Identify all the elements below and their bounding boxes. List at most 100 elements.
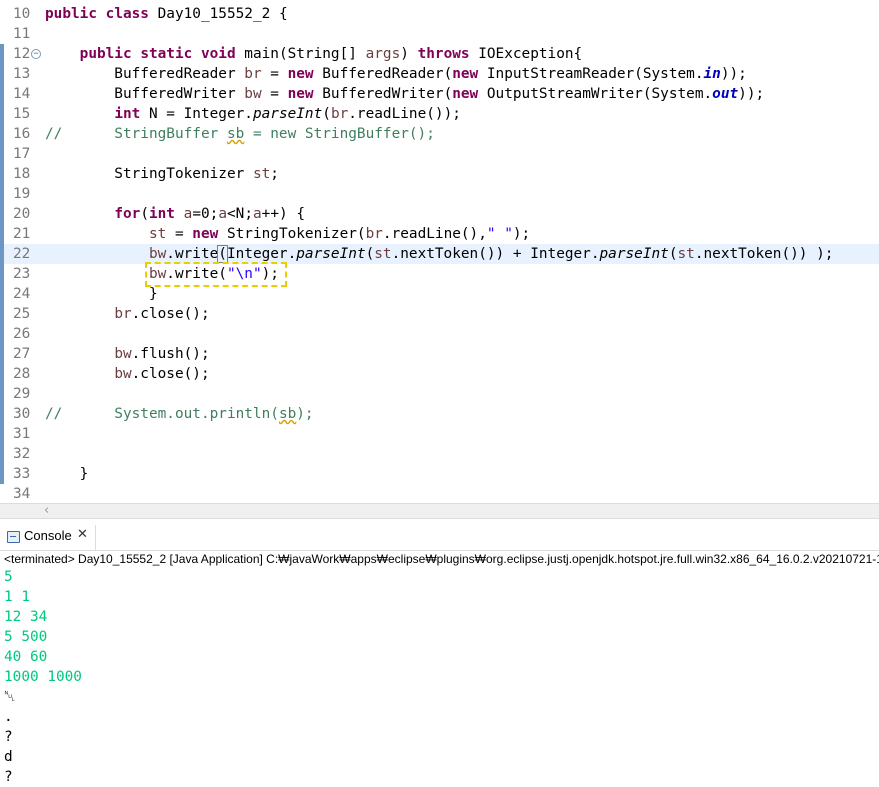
code-line[interactable]: 12− public static void main(String[] arg… <box>0 44 879 64</box>
code-line[interactable]: 29 <box>0 384 879 404</box>
change-ruler-marker <box>0 104 4 124</box>
code-line[interactable]: 19 <box>0 184 879 204</box>
change-ruler-marker <box>0 464 4 484</box>
line-number: 25 <box>13 306 31 322</box>
code-editor[interactable]: 10 public class Day10_15552_2 { 11 12− publ… <box>0 0 879 503</box>
console-output-line: 1 1 <box>4 589 30 605</box>
line-number: 19 <box>13 186 31 202</box>
console-output-line: 5 <box>4 569 13 585</box>
change-ruler-marker <box>0 124 4 144</box>
code-line[interactable]: 25 br.close(); <box>0 304 879 324</box>
code-text: public class Day10_15552_2 { <box>45 6 288 22</box>
code-line[interactable]: 23 bw.write("\n"); <box>0 264 879 284</box>
change-ruler-marker <box>0 184 4 204</box>
code-line[interactable]: 14 BufferedWriter bw = new BufferedWrite… <box>0 84 879 104</box>
code-text: public static void main(String[] args) t… <box>79 46 583 62</box>
line-number: 26 <box>13 326 31 342</box>
console-output-line: 5 500 <box>4 629 48 645</box>
line-number: 29 <box>13 386 31 402</box>
change-ruler-marker <box>0 64 4 84</box>
line-number: 21 <box>13 226 31 242</box>
change-ruler-marker <box>0 304 4 324</box>
code-text: bw.close(); <box>114 366 210 382</box>
code-line[interactable]: 15 int N = Integer.parseInt(br.readLine(… <box>0 104 879 124</box>
code-text: br.close(); <box>114 306 210 322</box>
fold-collapse-icon[interactable]: − <box>31 49 41 59</box>
line-number: 23 <box>13 266 31 282</box>
change-ruler-marker <box>0 384 4 404</box>
line-number: 14 <box>13 86 31 102</box>
code-text: bw.write(Integer.parseInt(st.nextToken()… <box>148 245 834 263</box>
console-tab-label: Console <box>24 528 72 543</box>
line-number: 12 <box>13 46 31 62</box>
line-number: 10 <box>13 6 31 22</box>
console-output-line: . <box>4 709 13 725</box>
line-number: 11 <box>13 26 31 42</box>
code-line[interactable]: 16 // StringBuffer sb = new StringBuffer(… <box>0 124 879 144</box>
change-ruler-marker <box>0 224 4 244</box>
change-ruler-marker <box>0 484 4 504</box>
console-output-line: d <box>4 749 13 765</box>
code-text: // System.out.println(sb); <box>45 406 314 422</box>
console-output[interactable]: 5 1 1 12 34 5 500 40 60 1000 1000 ␀.? d? <box>4 567 82 787</box>
code-line[interactable]: 17 <box>0 144 879 164</box>
change-ruler-marker <box>0 444 4 464</box>
code-line[interactable]: 22 bw.write(Integer.parseInt(st.nextToke… <box>0 244 879 264</box>
change-ruler-marker <box>0 204 4 224</box>
change-ruler-marker <box>0 84 4 104</box>
code-line[interactable]: 18 StringTokenizer st; <box>0 164 879 184</box>
code-line[interactable]: 34 <box>0 484 879 504</box>
code-text: int N = Integer.parseInt(br.readLine()); <box>114 106 461 122</box>
code-text: st = new StringTokenizer(br.readLine(),"… <box>148 226 531 242</box>
line-number: 16 <box>13 126 31 142</box>
console-output-line: 40 60 <box>4 649 48 665</box>
change-ruler-marker <box>0 164 4 184</box>
line-number: 34 <box>13 486 31 502</box>
console-tab-bar: Console ✕ <box>0 525 879 551</box>
scroll-left-icon[interactable]: ‹ <box>44 503 49 518</box>
tab-console[interactable]: Console ✕ <box>0 525 96 550</box>
line-number: 27 <box>13 346 31 362</box>
console-status-line: <terminated> Day10_15552_2 [Java Applica… <box>4 552 879 566</box>
horizontal-scrollbar[interactable]: ‹ <box>0 503 879 519</box>
change-ruler-marker <box>0 24 4 44</box>
line-number: 18 <box>13 166 31 182</box>
code-line[interactable]: 21 st = new StringTokenizer(br.readLine(… <box>0 224 879 244</box>
line-number: 13 <box>13 66 31 82</box>
line-number: 32 <box>13 446 31 462</box>
close-icon[interactable]: ✕ <box>77 527 88 542</box>
code-line[interactable]: 33 } <box>0 464 879 484</box>
code-line[interactable]: 13 BufferedReader br = new BufferedReade… <box>0 64 879 84</box>
code-line[interactable]: 31 <box>0 424 879 444</box>
change-ruler-marker <box>0 424 4 444</box>
console-output-line: ␀ <box>4 689 16 705</box>
change-ruler-marker <box>0 324 4 344</box>
code-text: } <box>45 286 158 302</box>
code-line[interactable]: 32 <box>0 444 879 464</box>
code-text: for(int a=0;a<N;a++) { <box>114 206 305 222</box>
code-line[interactable]: 28 bw.close(); <box>0 364 879 384</box>
code-line[interactable]: 10 public class Day10_15552_2 { <box>0 4 879 24</box>
code-line[interactable]: 20 for(int a=0;a<N;a++) { <box>0 204 879 224</box>
line-number: 24 <box>13 286 31 302</box>
code-line[interactable]: 24 } <box>0 284 879 304</box>
code-line[interactable]: 30 // System.out.println(sb); <box>0 404 879 424</box>
line-number: 30 <box>13 406 31 422</box>
line-number: 20 <box>13 206 31 222</box>
code-text: bw.flush(); <box>114 346 210 362</box>
code-line[interactable]: 11 <box>0 24 879 44</box>
console-output-line: 1000 1000 <box>4 669 82 685</box>
code-text: // StringBuffer sb = new StringBuffer(); <box>45 126 435 142</box>
change-ruler-marker <box>0 144 4 164</box>
highlight-dashed-box <box>145 262 287 287</box>
change-ruler-marker <box>0 244 4 264</box>
console-output-line: ? <box>4 729 13 745</box>
line-number: 15 <box>13 106 31 122</box>
console-icon <box>7 531 20 543</box>
code-line[interactable]: 26 <box>0 324 879 344</box>
console-output-line: ? <box>4 769 13 785</box>
code-text: BufferedReader br = new BufferedReader(n… <box>45 66 747 82</box>
code-line[interactable]: 27 bw.flush(); <box>0 344 879 364</box>
line-number: 28 <box>13 366 31 382</box>
change-ruler-marker <box>0 4 4 24</box>
